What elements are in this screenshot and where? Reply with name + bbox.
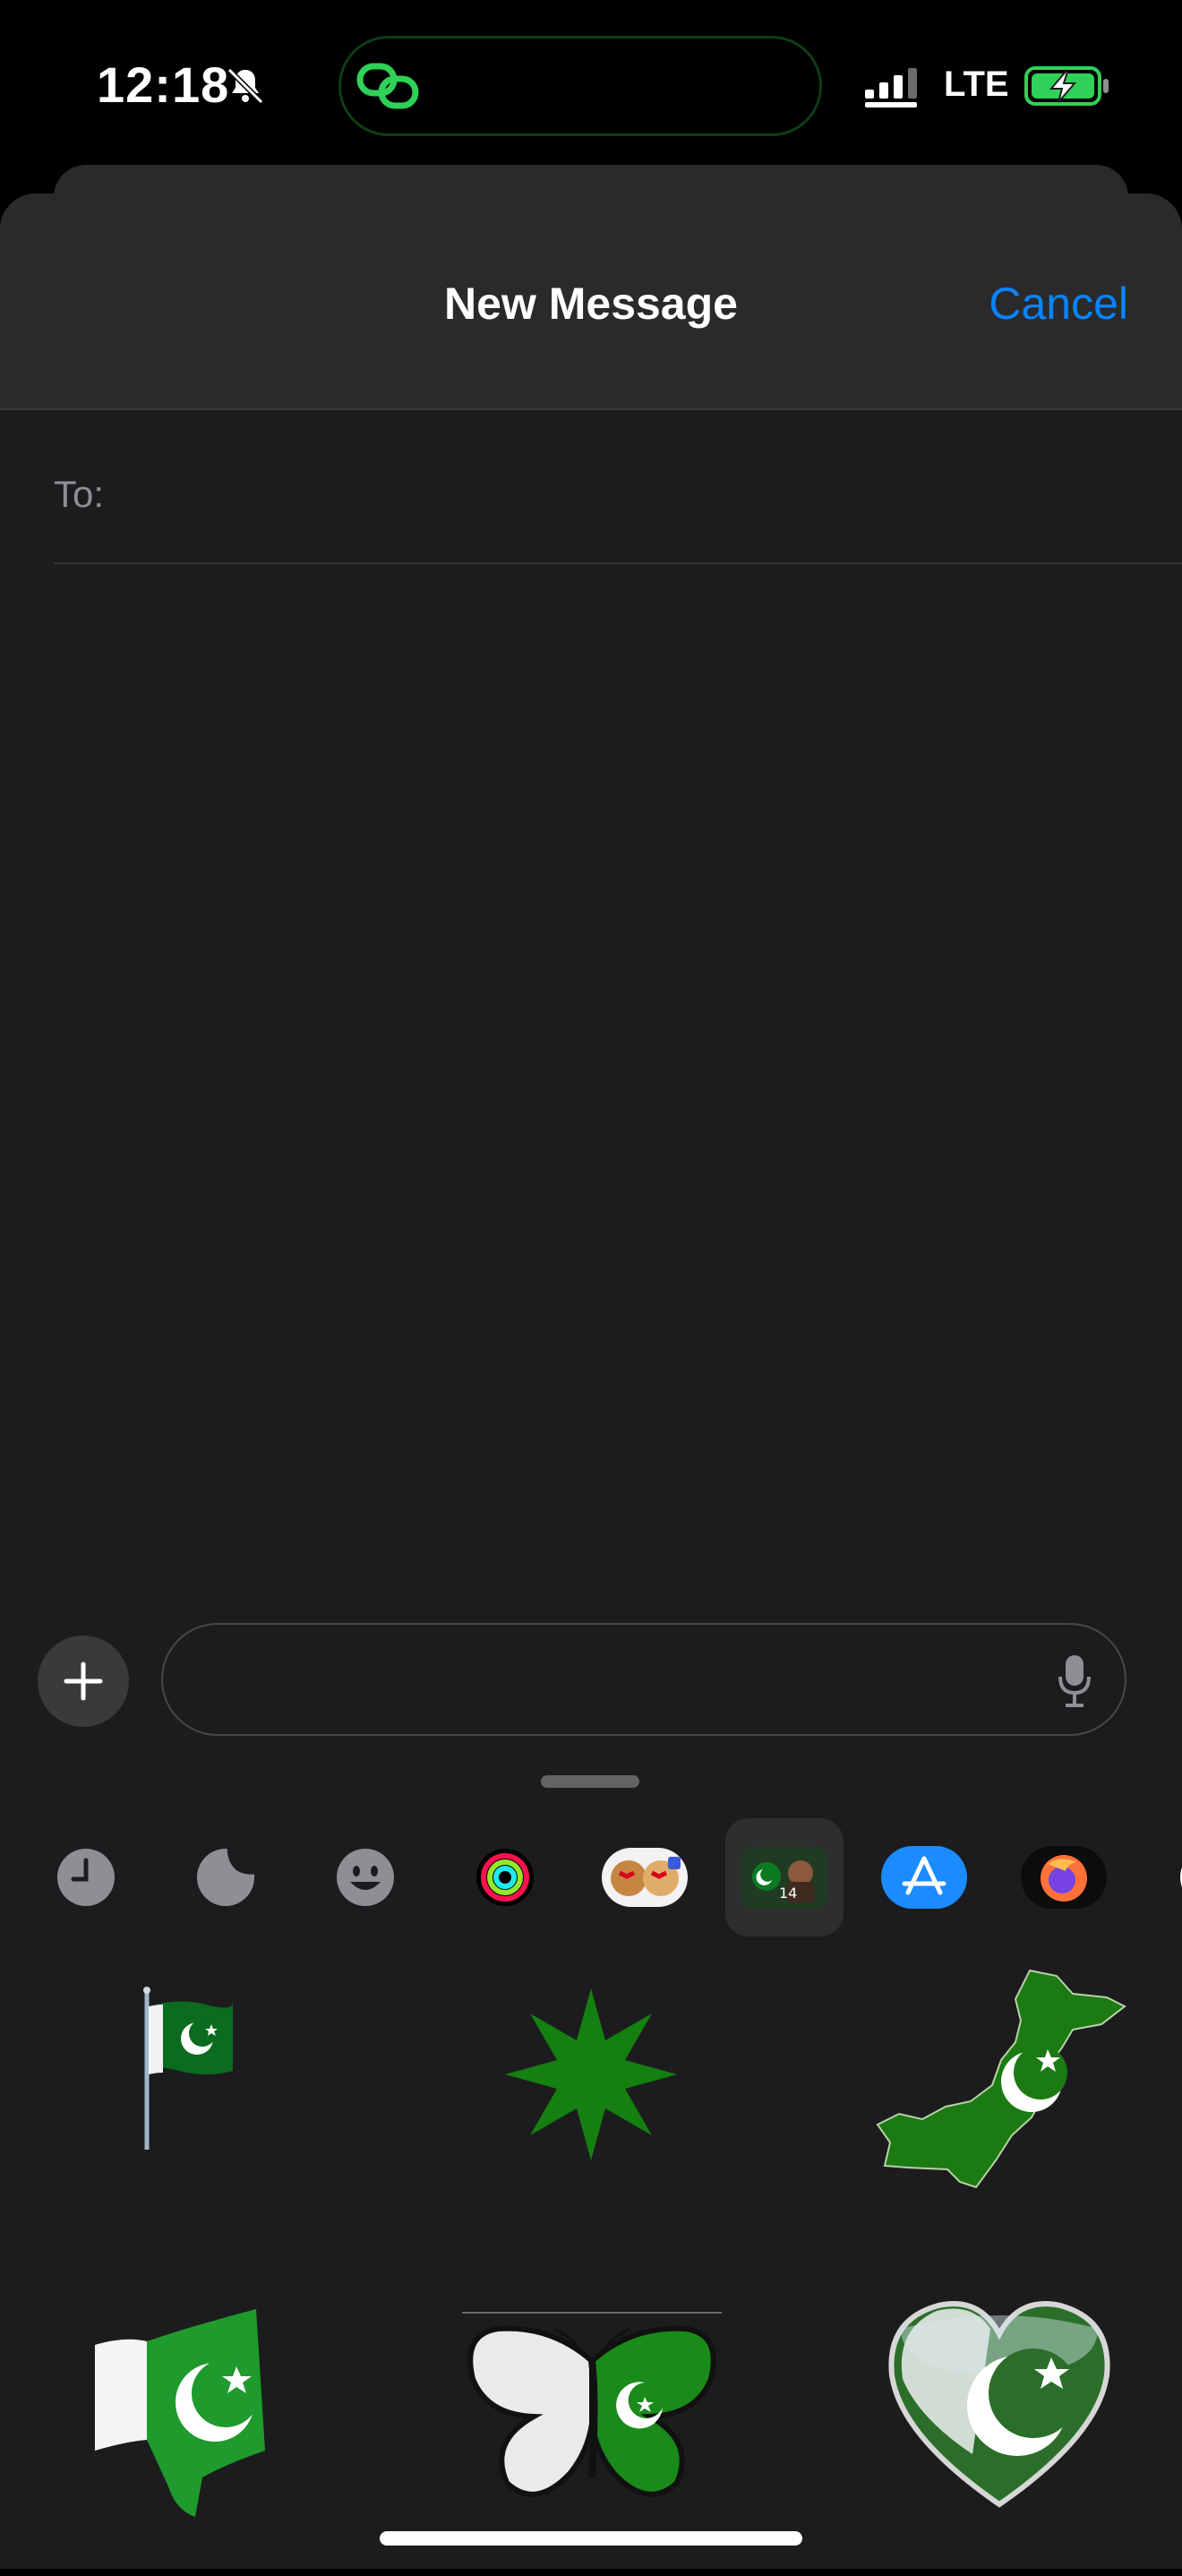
pakistan-flag-on-pole-sticker[interactable] bbox=[134, 1985, 242, 2155]
cellular-signal-icon bbox=[865, 68, 917, 107]
microphone-icon[interactable] bbox=[1055, 1652, 1094, 1709]
pakistan-stickers-app-icon: 14 bbox=[741, 1846, 827, 1909]
emoji-button[interactable] bbox=[312, 1824, 419, 1931]
more-apps-button[interactable] bbox=[1155, 1824, 1182, 1931]
activity-icon bbox=[476, 1849, 534, 1906]
link-activity-icon bbox=[356, 63, 419, 109]
pakistan-heart-sticker[interactable] bbox=[883, 2293, 1116, 2508]
svg-text:14: 14 bbox=[779, 1885, 797, 1902]
firefox-icon bbox=[1021, 1846, 1107, 1909]
stickers-button[interactable] bbox=[172, 1824, 279, 1931]
pakistan-butterfly-sticker[interactable] bbox=[462, 2307, 722, 2513]
app-store-icon bbox=[881, 1846, 967, 1909]
app-strip: 14 bbox=[0, 1815, 1182, 1940]
pakistan-map-sticker[interactable] bbox=[872, 1967, 1128, 2194]
waving-pakistan-flag-sticker[interactable] bbox=[90, 2307, 269, 2522]
recipient-field[interactable]: To: bbox=[54, 408, 1182, 564]
sticker-grid bbox=[0, 1969, 1182, 2576]
stickers-icon bbox=[197, 1848, 255, 1906]
cancel-button[interactable]: Cancel bbox=[989, 278, 1128, 330]
plus-icon bbox=[64, 1662, 103, 1701]
more-apps-icon bbox=[1180, 1867, 1182, 1888]
nav-bar: New Message Cancel bbox=[0, 193, 1182, 410]
battery-charging-icon bbox=[1024, 66, 1109, 106]
recents-icon bbox=[57, 1849, 115, 1906]
status-time: 12:18 bbox=[97, 56, 230, 113]
home-indicator[interactable] bbox=[380, 2531, 802, 2546]
app-store-button[interactable] bbox=[870, 1824, 978, 1931]
to-label: To: bbox=[54, 473, 105, 515]
message-input[interactable] bbox=[161, 1623, 1126, 1736]
pakistan-stickers-app-button[interactable]: 14 bbox=[725, 1818, 844, 1936]
recents-button[interactable] bbox=[32, 1824, 140, 1931]
add-attachment-button[interactable] bbox=[38, 1636, 129, 1727]
message-composer bbox=[0, 1093, 1182, 1736]
drawer-grabber[interactable] bbox=[541, 1775, 639, 1788]
app-drawer: 14 bbox=[0, 1759, 1182, 2569]
green-star-sticker[interactable] bbox=[501, 1985, 681, 2164]
emoji-icon bbox=[337, 1849, 394, 1906]
memoji-button[interactable] bbox=[591, 1824, 698, 1931]
activity-button[interactable] bbox=[451, 1824, 559, 1931]
silent-bell-icon bbox=[227, 67, 264, 105]
status-bar: 12:18 LTE bbox=[0, 0, 1182, 170]
network-type: LTE bbox=[944, 64, 1009, 104]
firefox-button[interactable] bbox=[1010, 1824, 1118, 1931]
memoji-icon bbox=[602, 1848, 688, 1907]
